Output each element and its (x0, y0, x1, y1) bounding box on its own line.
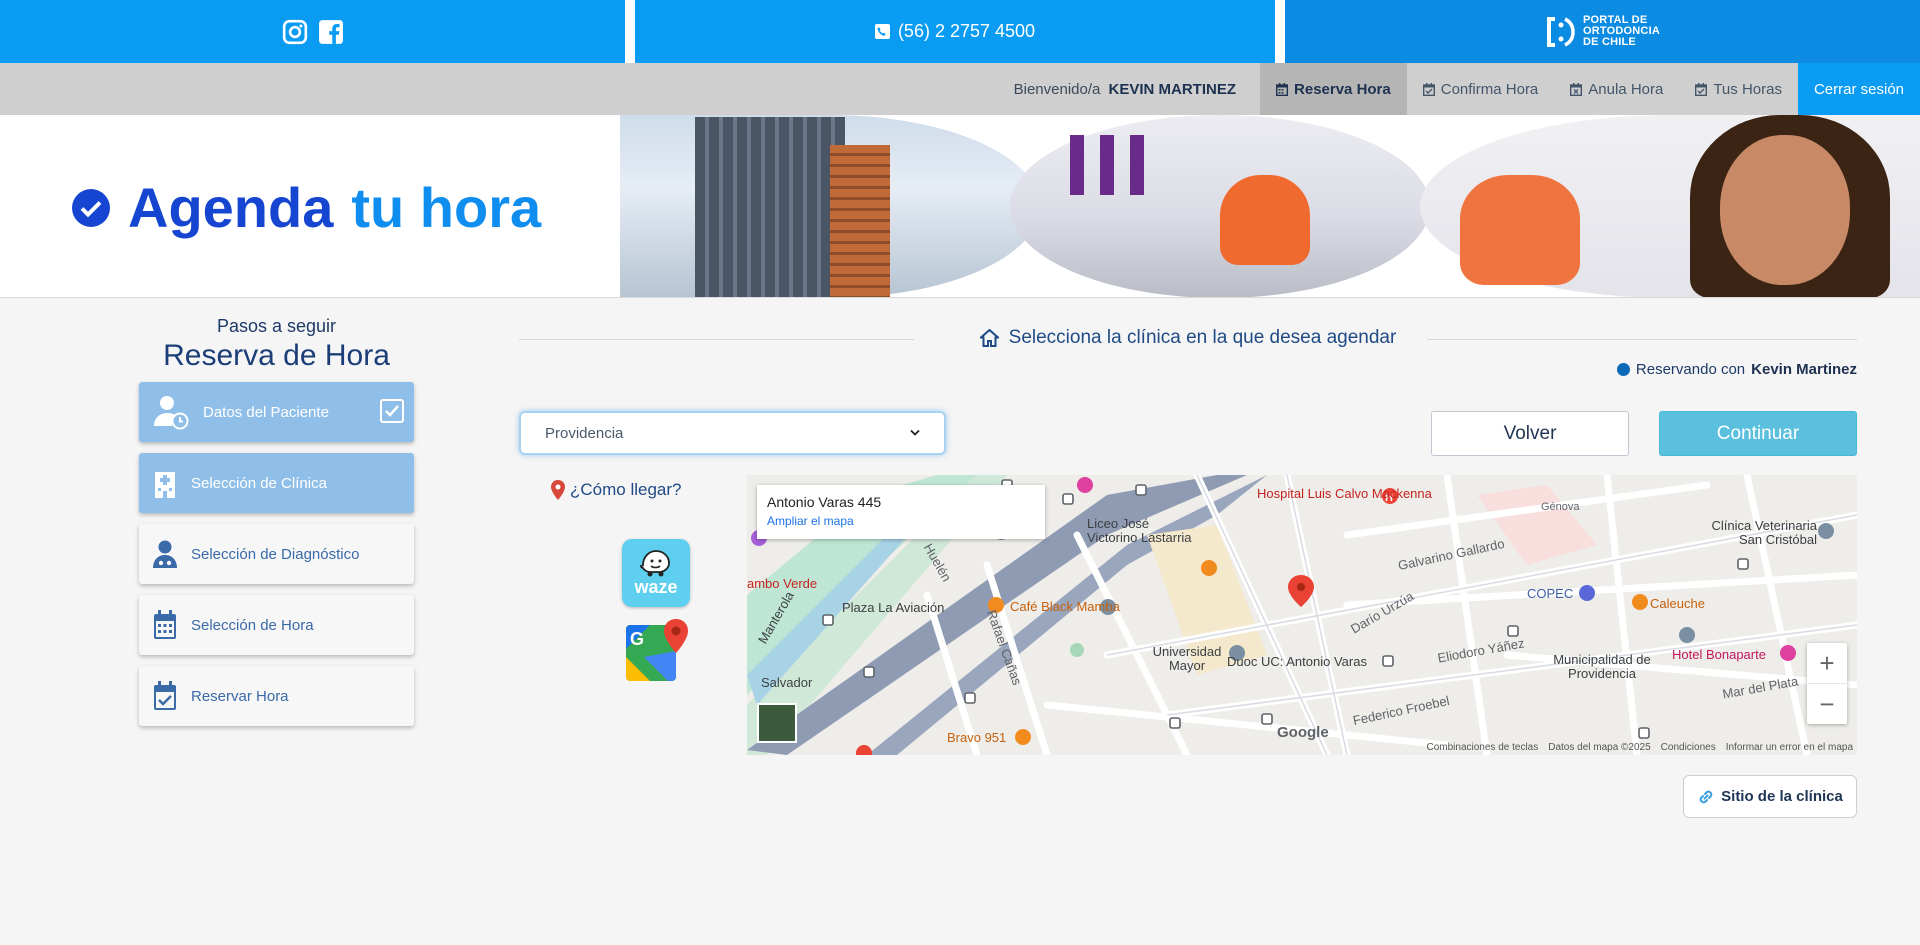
clinic-map[interactable]: H Antonio Varas 445 Ampliar el mapa Hosp… (747, 475, 1857, 755)
map-label: COPEC (1527, 586, 1574, 601)
main-nav: Bienvenido/a KEVIN MARTINEZ Reserva Hora… (0, 63, 1920, 115)
zoom-in-button[interactable]: + (1807, 643, 1847, 683)
waze-button[interactable]: waze (622, 539, 690, 607)
map-pin-icon (551, 480, 565, 500)
user-doctor-icon (153, 540, 177, 568)
calendar-icon (154, 610, 176, 639)
map-label: Génova (1541, 501, 1580, 513)
logout-button[interactable]: Cerrar sesión (1797, 63, 1920, 115)
check-circle-icon (72, 188, 110, 227)
reserving-with: Reservando con Kevin Martinez (1616, 361, 1857, 378)
checkbox-checked-icon (380, 399, 404, 423)
nav-confirma-hora[interactable]: Confirma Hora (1407, 63, 1555, 115)
map-label: Hospital Luis Calvo Mackenna (1257, 486, 1432, 501)
map-zoom-control: + − (1807, 643, 1847, 724)
steps-subtitle: Pasos a seguir (216, 316, 337, 336)
portal-logo[interactable]: PORTAL DE ORTODONCIA DE CHILE (1285, 0, 1920, 63)
clinic-select[interactable]: Providencia (519, 411, 946, 455)
how-to-get-link[interactable]: ¿Cómo llegar? (551, 480, 682, 500)
map-report-error-link[interactable]: Informar un error en el mapa (1726, 742, 1853, 753)
patient-photo (1420, 115, 1920, 297)
map-footer: Combinaciones de teclas Datos del mapa ©… (1427, 742, 1854, 753)
clinic-select-value: Providencia (545, 424, 624, 442)
chevron-down-icon (910, 429, 920, 436)
google-maps-button[interactable]: G (624, 617, 692, 685)
continue-button[interactable]: Continuar (1659, 411, 1857, 456)
section-title-text: Selecciona la clínica en la que desea ag… (1008, 327, 1397, 348)
clinic-building-photo (620, 115, 1040, 297)
map-label: Caleuche (1650, 596, 1705, 611)
step-label: Reservar Hora (191, 687, 289, 705)
home-icon (979, 329, 999, 347)
waze-icon (640, 549, 670, 576)
steps-header: Pasos a seguir Reserva de Hora (139, 316, 414, 373)
zoom-out-button[interactable]: − (1807, 684, 1847, 724)
portal-logo-text: PORTAL DE ORTODONCIA DE CHILE (1583, 14, 1660, 48)
map-keyboard-shortcuts[interactable]: Combinaciones de teclas (1427, 742, 1539, 753)
map-layer-toggle[interactable] (757, 703, 797, 743)
facebook-icon[interactable] (318, 19, 344, 45)
map-address: Antonio Varas 445 (767, 494, 882, 510)
waze-label: waze (634, 576, 678, 597)
phone-link[interactable]: (56) 2 2757 4500 (635, 0, 1275, 63)
social-links (0, 0, 625, 63)
step-reservar-hora[interactable]: Reservar Hora (139, 666, 414, 726)
welcome-message: Bienvenido/a KEVIN MARTINEZ (1013, 80, 1237, 98)
svg-text:G: G (630, 629, 644, 649)
step-label: Selección de Diagnóstico (191, 545, 360, 563)
step-seleccion-diagnostico[interactable]: Selección de Diagnóstico (139, 524, 414, 584)
map-terms-link[interactable]: Condiciones (1661, 742, 1716, 753)
calendar-check-icon (1695, 82, 1708, 96)
nav-tus-horas[interactable]: Tus Horas (1679, 63, 1798, 115)
nav-anula-hora[interactable]: Anula Hora (1554, 63, 1679, 115)
step-datos-paciente[interactable]: Datos del Paciente (139, 382, 414, 442)
map-label: Clínica Veterinaria San Cristóbal (1711, 518, 1818, 547)
back-button[interactable]: Volver (1431, 411, 1629, 456)
map-data-credit: Datos del mapa ©2025 (1548, 742, 1651, 753)
portal-logo-icon (1547, 16, 1575, 47)
step-label: Datos del Paciente (203, 403, 329, 421)
map-label: ambo Verde (747, 576, 818, 591)
steps-title: Reserva de Hora (163, 339, 390, 372)
step-seleccion-clinica[interactable]: Selección de Clínica (139, 453, 414, 513)
map-label: Universidad Mayor (1152, 644, 1222, 673)
link-icon (1699, 790, 1713, 803)
section-title: Selecciona la clínica en la que desea ag… (519, 323, 1857, 353)
clinic-site-button[interactable]: Sitio de la clínica (1683, 775, 1857, 818)
calendar-check-icon (154, 681, 176, 710)
map-label: Liceo José Victorino Lastarria (1087, 516, 1192, 545)
hero-banner: Agenda tu hora (0, 115, 1920, 298)
calendar-icon (1276, 82, 1289, 96)
map-label: Municipalidad de Providencia (1553, 652, 1651, 681)
phone-icon (874, 24, 890, 39)
nav-reserva-hora[interactable]: Reserva Hora (1260, 63, 1407, 115)
map-label: Duoc UC: Antonio Varas (1227, 654, 1367, 669)
user-clock-icon (154, 396, 189, 430)
map-enlarge-link[interactable]: Ampliar el mapa (767, 514, 1035, 528)
map-info-window: Antonio Varas 445 Ampliar el mapa (757, 485, 1045, 539)
top-bar: (56) 2 2757 4500 PORTAL DE ORTODONCIA DE… (0, 0, 1920, 63)
calendar-check-icon (1422, 82, 1435, 96)
step-seleccion-hora[interactable]: Selección de Hora (139, 595, 414, 655)
google-logo: Google (1277, 724, 1329, 741)
map-label: Bravo 951 (947, 730, 1007, 745)
hospital-building-icon (155, 472, 175, 498)
calendar-x-icon (1570, 82, 1583, 96)
instagram-icon[interactable] (282, 19, 308, 45)
map-label: Café Black Mamba (1010, 599, 1120, 614)
map-label: Hotel Bonaparte (1672, 647, 1766, 662)
step-label: Selección de Hora (191, 616, 314, 634)
user-name: KEVIN MARTINEZ (1108, 80, 1237, 98)
banner-title: Agenda tu hora (72, 175, 541, 240)
map-label: Salvador (761, 675, 813, 690)
phone-number: (56) 2 2757 4500 (897, 21, 1036, 41)
map-label: Plaza La Aviación (842, 600, 945, 615)
status-dot (1616, 363, 1630, 376)
dental-office-photo (1010, 115, 1430, 297)
step-label: Selección de Clínica (191, 474, 327, 492)
reserving-name: Kevin Martinez (1751, 361, 1857, 378)
